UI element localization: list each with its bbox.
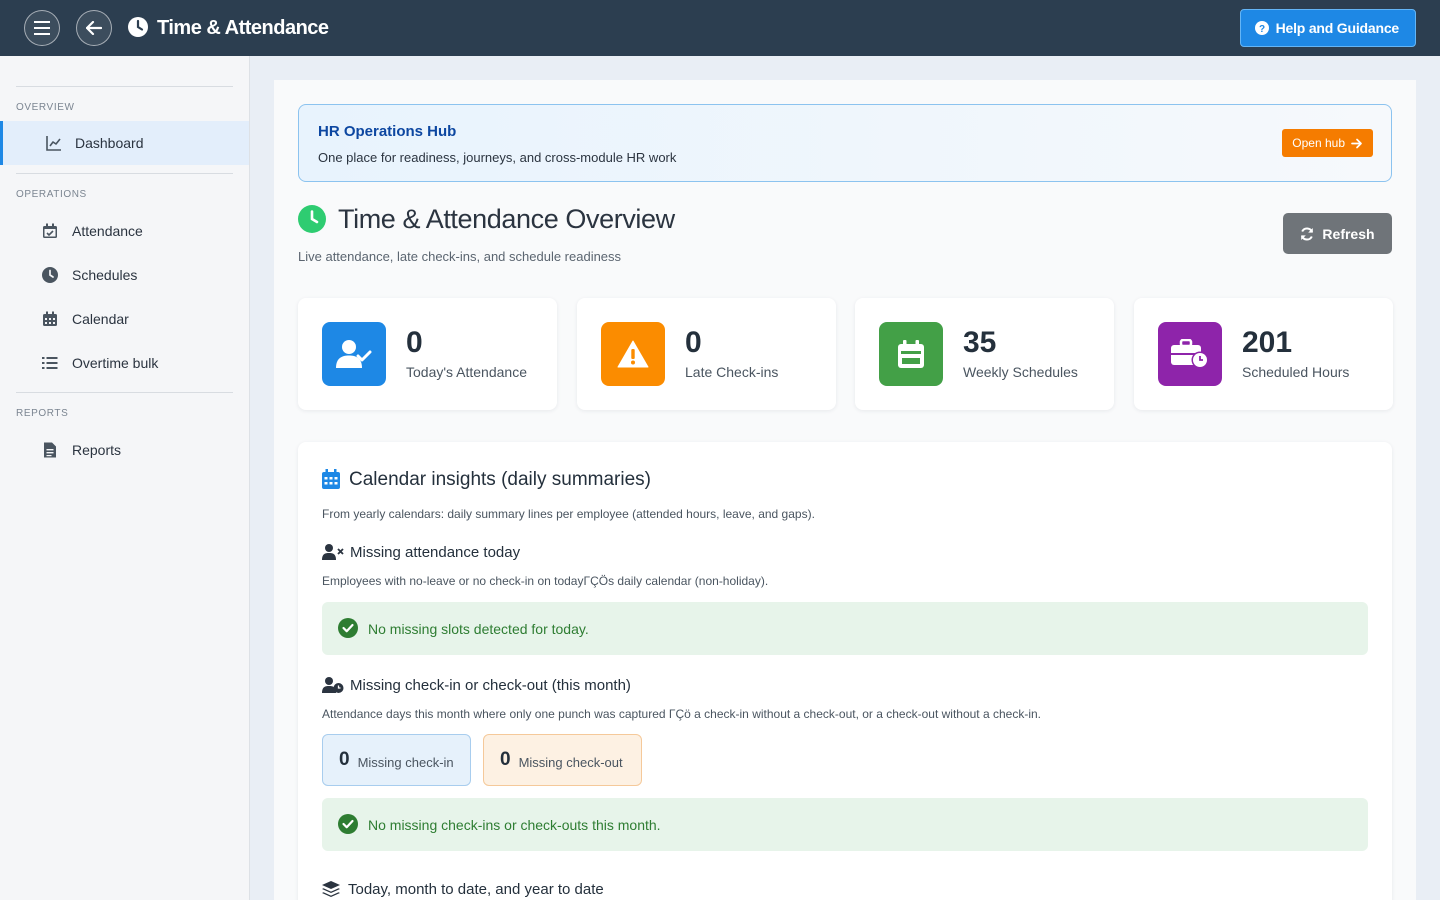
sidebar: OVERVIEW Dashboard OPERATIONS Attendance… xyxy=(0,56,250,900)
insights-title: Calendar insights (daily summaries) xyxy=(349,469,651,490)
stat-tile xyxy=(1158,322,1222,386)
open-hub-label: Open hub xyxy=(1292,136,1345,150)
sidebar-item-attendance[interactable]: Attendance xyxy=(0,209,249,253)
stat-tile xyxy=(601,322,665,386)
calendar-insights-card: Calendar insights (daily summaries) From… xyxy=(298,442,1392,900)
divider xyxy=(16,173,233,174)
stat-label: Weekly Schedules xyxy=(963,364,1078,380)
stat-value: 0 xyxy=(406,326,423,359)
calendar-check-icon xyxy=(43,223,57,238)
missing-check-in-badge[interactable]: 0 Missing check-in xyxy=(322,734,471,786)
stat-value: 201 xyxy=(1242,326,1293,359)
help-button[interactable]: ? Help and Guidance xyxy=(1239,9,1416,47)
clock-icon xyxy=(298,205,326,233)
sidebar-item-label: Calendar xyxy=(72,311,129,327)
page-title: Time & Attendance Overview xyxy=(338,204,675,234)
refresh-label: Refresh xyxy=(1322,225,1375,242)
status-text: No missing slots detected for today. xyxy=(368,621,589,637)
stat-value: 35 xyxy=(963,326,997,359)
calendar-icon xyxy=(898,340,924,368)
check-circle-icon xyxy=(338,618,358,638)
svg-text:?: ? xyxy=(1259,24,1265,35)
sidebar-item-label: Schedules xyxy=(72,267,138,283)
clock-icon xyxy=(42,267,58,283)
status-text: No missing check-ins or check-outs this … xyxy=(368,817,661,833)
chart-line-icon xyxy=(46,136,61,151)
back-arrow-icon xyxy=(86,21,102,35)
stat-tile xyxy=(879,322,943,386)
stat-card-todays-attendance[interactable]: 0 Today's Attendance xyxy=(298,298,557,410)
sidebar-item-calendar[interactable]: Calendar xyxy=(0,297,249,341)
sidebar-item-reports[interactable]: Reports xyxy=(0,428,249,472)
open-hub-button[interactable]: Open hub xyxy=(1282,129,1373,157)
user-check-icon xyxy=(336,340,372,368)
list-icon xyxy=(42,357,58,369)
missing-punch-status: No missing check-ins or check-outs this … xyxy=(322,798,1368,851)
warning-icon xyxy=(617,340,649,368)
question-circle-icon: ? xyxy=(1254,21,1269,35)
sidebar-section-reports: REPORTS xyxy=(16,408,69,419)
user-times-icon xyxy=(322,544,344,560)
stat-card-scheduled-hours[interactable]: 201 Scheduled Hours xyxy=(1134,298,1393,410)
missing-check-out-count: 0 xyxy=(500,749,511,770)
layers-icon xyxy=(322,881,340,897)
missing-punch-title: Missing check-in or check-out (this mont… xyxy=(350,677,631,694)
refresh-button[interactable]: Refresh xyxy=(1283,213,1392,254)
sidebar-item-label: Dashboard xyxy=(75,135,144,151)
missing-check-in-label: Missing check-in xyxy=(357,754,454,770)
menu-button[interactable] xyxy=(24,10,60,46)
missing-check-out-label: Missing check-out xyxy=(518,754,623,770)
calendar-icon xyxy=(322,469,340,489)
missing-punch-subtitle: Attendance days this month where only on… xyxy=(322,707,1041,721)
refresh-icon xyxy=(1301,226,1314,241)
calendar-icon xyxy=(43,311,57,326)
arrow-right-icon xyxy=(1351,138,1362,148)
sidebar-item-label: Reports xyxy=(72,442,122,458)
app-title: Time & Attendance xyxy=(157,17,329,39)
clock-icon xyxy=(128,17,148,37)
main-panel: HR Operations Hub One place for readines… xyxy=(274,80,1416,900)
check-circle-icon xyxy=(338,814,358,834)
hr-operations-hub-banner: HR Operations Hub One place for readines… xyxy=(298,104,1392,182)
period-summary-title: Today, month to date, and year to date xyxy=(348,881,604,898)
briefcase-clock-icon xyxy=(1171,339,1209,369)
sidebar-section-overview: OVERVIEW xyxy=(16,102,75,113)
help-button-label: Help and Guidance xyxy=(1275,20,1400,36)
sidebar-item-label: Attendance xyxy=(72,223,143,239)
missing-today-status: No missing slots detected for today. xyxy=(322,602,1368,655)
stat-label: Late Check-ins xyxy=(685,364,779,380)
menu-icon xyxy=(34,21,50,35)
sidebar-item-overtime-bulk[interactable]: Overtime bulk xyxy=(0,341,249,385)
insights-subtitle: From yearly calendars: daily summary lin… xyxy=(322,507,815,521)
hub-subtitle: One place for readiness, journeys, and c… xyxy=(318,150,677,165)
missing-today-subtitle: Employees with no-leave or no check-in o… xyxy=(322,574,769,588)
stat-card-weekly-schedules[interactable]: 35 Weekly Schedules xyxy=(855,298,1114,410)
sidebar-item-schedules[interactable]: Schedules xyxy=(0,253,249,297)
divider xyxy=(16,392,233,393)
stat-tile xyxy=(322,322,386,386)
missing-today-title: Missing attendance today xyxy=(350,544,521,561)
file-icon xyxy=(44,442,56,458)
sidebar-section-operations: OPERATIONS xyxy=(16,189,87,200)
hub-title: HR Operations Hub xyxy=(318,123,457,140)
missing-check-in-count: 0 xyxy=(339,749,350,770)
divider xyxy=(16,86,233,87)
top-bar: Time & Attendance ? Help and Guidance xyxy=(0,0,1440,56)
stat-label: Scheduled Hours xyxy=(1242,364,1350,380)
page-subtitle: Live attendance, late check-ins, and sch… xyxy=(298,249,622,264)
stat-label: Today's Attendance xyxy=(406,364,527,380)
missing-check-out-badge[interactable]: 0 Missing check-out xyxy=(483,734,642,786)
stat-value: 0 xyxy=(685,326,702,359)
sidebar-item-dashboard[interactable]: Dashboard xyxy=(0,121,249,165)
back-button[interactable] xyxy=(76,10,112,46)
user-clock-icon xyxy=(322,677,344,693)
stat-card-late-check-ins[interactable]: 0 Late Check-ins xyxy=(577,298,836,410)
sidebar-item-label: Overtime bulk xyxy=(72,355,159,371)
